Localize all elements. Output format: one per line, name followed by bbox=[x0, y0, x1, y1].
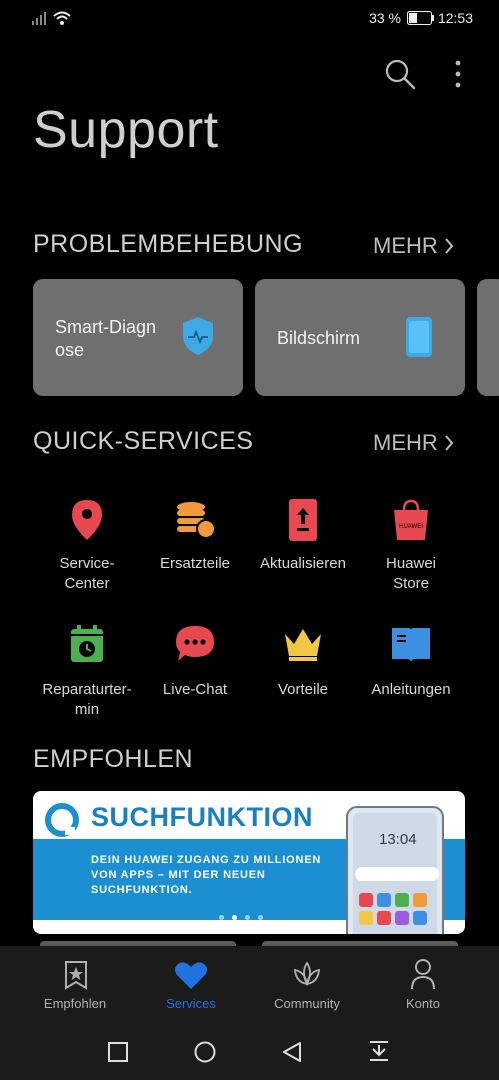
quick-service-label: Vorteile bbox=[277, 681, 329, 698]
battery-icon bbox=[407, 11, 434, 25]
quick-service-label: Reparaturter-min bbox=[42, 681, 132, 718]
crown-icon bbox=[285, 629, 321, 661]
recent-apps-icon[interactable] bbox=[108, 1042, 128, 1062]
bottom-navigation: Empfohlen Services Community Konto bbox=[0, 946, 499, 1018]
store-logo-text: HUAWEI bbox=[399, 524, 423, 530]
shopping-bag-icon: HUAWEI bbox=[394, 499, 428, 540]
banner-headline: SUCHFUNKTION bbox=[91, 802, 313, 832]
phone-screen-icon bbox=[406, 317, 432, 357]
troubleshooting-title: PROBLEMBEHEBUNG bbox=[33, 230, 304, 258]
card-label: Bildschirm bbox=[277, 328, 361, 348]
quick-service-anleitungen[interactable]: Anleitungen bbox=[356, 624, 466, 724]
quick-service-huawei-store[interactable]: HUAWEI Huawei Store bbox=[356, 498, 466, 598]
troubleshooting-more-link[interactable]: MEHR bbox=[373, 233, 454, 259]
clock: 12:53 bbox=[437, 10, 473, 26]
quick-service-vorteile[interactable]: Vorteile bbox=[248, 624, 358, 724]
phone-illustration-icon bbox=[346, 806, 444, 934]
banner-page-indicator bbox=[219, 915, 263, 920]
quick-service-aktualisieren[interactable]: Aktualisieren bbox=[248, 498, 358, 598]
more-label: MEHR bbox=[373, 233, 438, 258]
lotus-icon bbox=[294, 961, 320, 987]
chevron-right-icon bbox=[445, 238, 454, 254]
quick-services-title: QUICK-SERVICES bbox=[33, 427, 254, 455]
card-label: Smart-Diagn ose bbox=[55, 317, 157, 360]
more-options-icon[interactable] bbox=[452, 58, 464, 90]
huawei-search-logo-icon bbox=[45, 803, 79, 837]
quick-service-label: Live-Chat bbox=[162, 681, 228, 698]
calendar-clock-icon bbox=[71, 625, 103, 662]
system-navigation-bar bbox=[0, 1018, 499, 1080]
quick-service-label: Aktualisieren bbox=[260, 555, 346, 572]
star-bookmark-icon bbox=[65, 961, 87, 990]
book-icon bbox=[392, 628, 430, 662]
banner-phone-time: 13:04 bbox=[379, 831, 417, 848]
search-icon[interactable] bbox=[384, 58, 416, 90]
battery-percent: 33 % bbox=[369, 10, 401, 26]
location-pin-icon bbox=[72, 500, 102, 540]
nav-label: Konto bbox=[406, 996, 440, 1011]
quick-services-more-link[interactable]: MEHR bbox=[373, 430, 454, 456]
quick-service-live-chat[interactable]: Live-Chat bbox=[140, 624, 250, 724]
quick-service-ersatzteile[interactable]: Ersatzteile bbox=[140, 498, 250, 598]
chat-bubble-icon bbox=[176, 626, 214, 661]
person-icon bbox=[411, 959, 435, 990]
quick-service-service-center[interactable]: Service- Center bbox=[32, 498, 142, 598]
nav-empfohlen[interactable]: Empfohlen bbox=[20, 946, 130, 1018]
recommended-banner[interactable]: SUCHFUNKTION DEIN HUAWEI ZUGANG ZU MILLI… bbox=[33, 791, 465, 934]
nav-community[interactable]: Community bbox=[252, 946, 362, 1018]
more-label: MEHR bbox=[373, 430, 438, 455]
nav-label: Community bbox=[274, 996, 340, 1011]
chevron-right-icon bbox=[445, 435, 454, 451]
quick-service-label: Huawei Store bbox=[385, 555, 437, 592]
home-icon[interactable] bbox=[194, 1041, 216, 1063]
quick-service-label: Service- Center bbox=[59, 555, 115, 592]
recommended-title: EMPFOHLEN bbox=[33, 745, 194, 773]
signal-wifi-icon bbox=[32, 11, 71, 25]
back-icon[interactable] bbox=[282, 1042, 302, 1062]
banner-body-text: DEIN HUAWEI ZUGANG ZU MILLIONEN VON APPS… bbox=[91, 854, 322, 896]
card-bildschirm[interactable]: Bildschirm bbox=[255, 279, 465, 396]
notification-pulldown-icon[interactable] bbox=[369, 1040, 389, 1062]
nav-services[interactable]: Services bbox=[136, 946, 246, 1018]
coins-icon bbox=[177, 502, 216, 539]
heart-icon bbox=[175, 962, 207, 989]
update-phone-icon bbox=[289, 499, 317, 541]
page-title: Support bbox=[33, 101, 219, 159]
card-smart-diagnose[interactable]: Smart-Diagn ose bbox=[33, 279, 243, 396]
nav-konto[interactable]: Konto bbox=[368, 946, 478, 1018]
quick-service-reparaturtermin[interactable]: Reparaturter-min bbox=[32, 624, 142, 724]
quick-service-label: Ersatzteile bbox=[159, 555, 231, 572]
card-partial[interactable] bbox=[477, 279, 499, 396]
status-bar: 33 % 12:53 bbox=[0, 0, 499, 36]
nav-label: Empfohlen bbox=[43, 996, 107, 1011]
quick-service-label: Anleitungen bbox=[371, 681, 451, 698]
nav-label: Services bbox=[166, 996, 216, 1011]
shield-icon bbox=[183, 317, 213, 355]
